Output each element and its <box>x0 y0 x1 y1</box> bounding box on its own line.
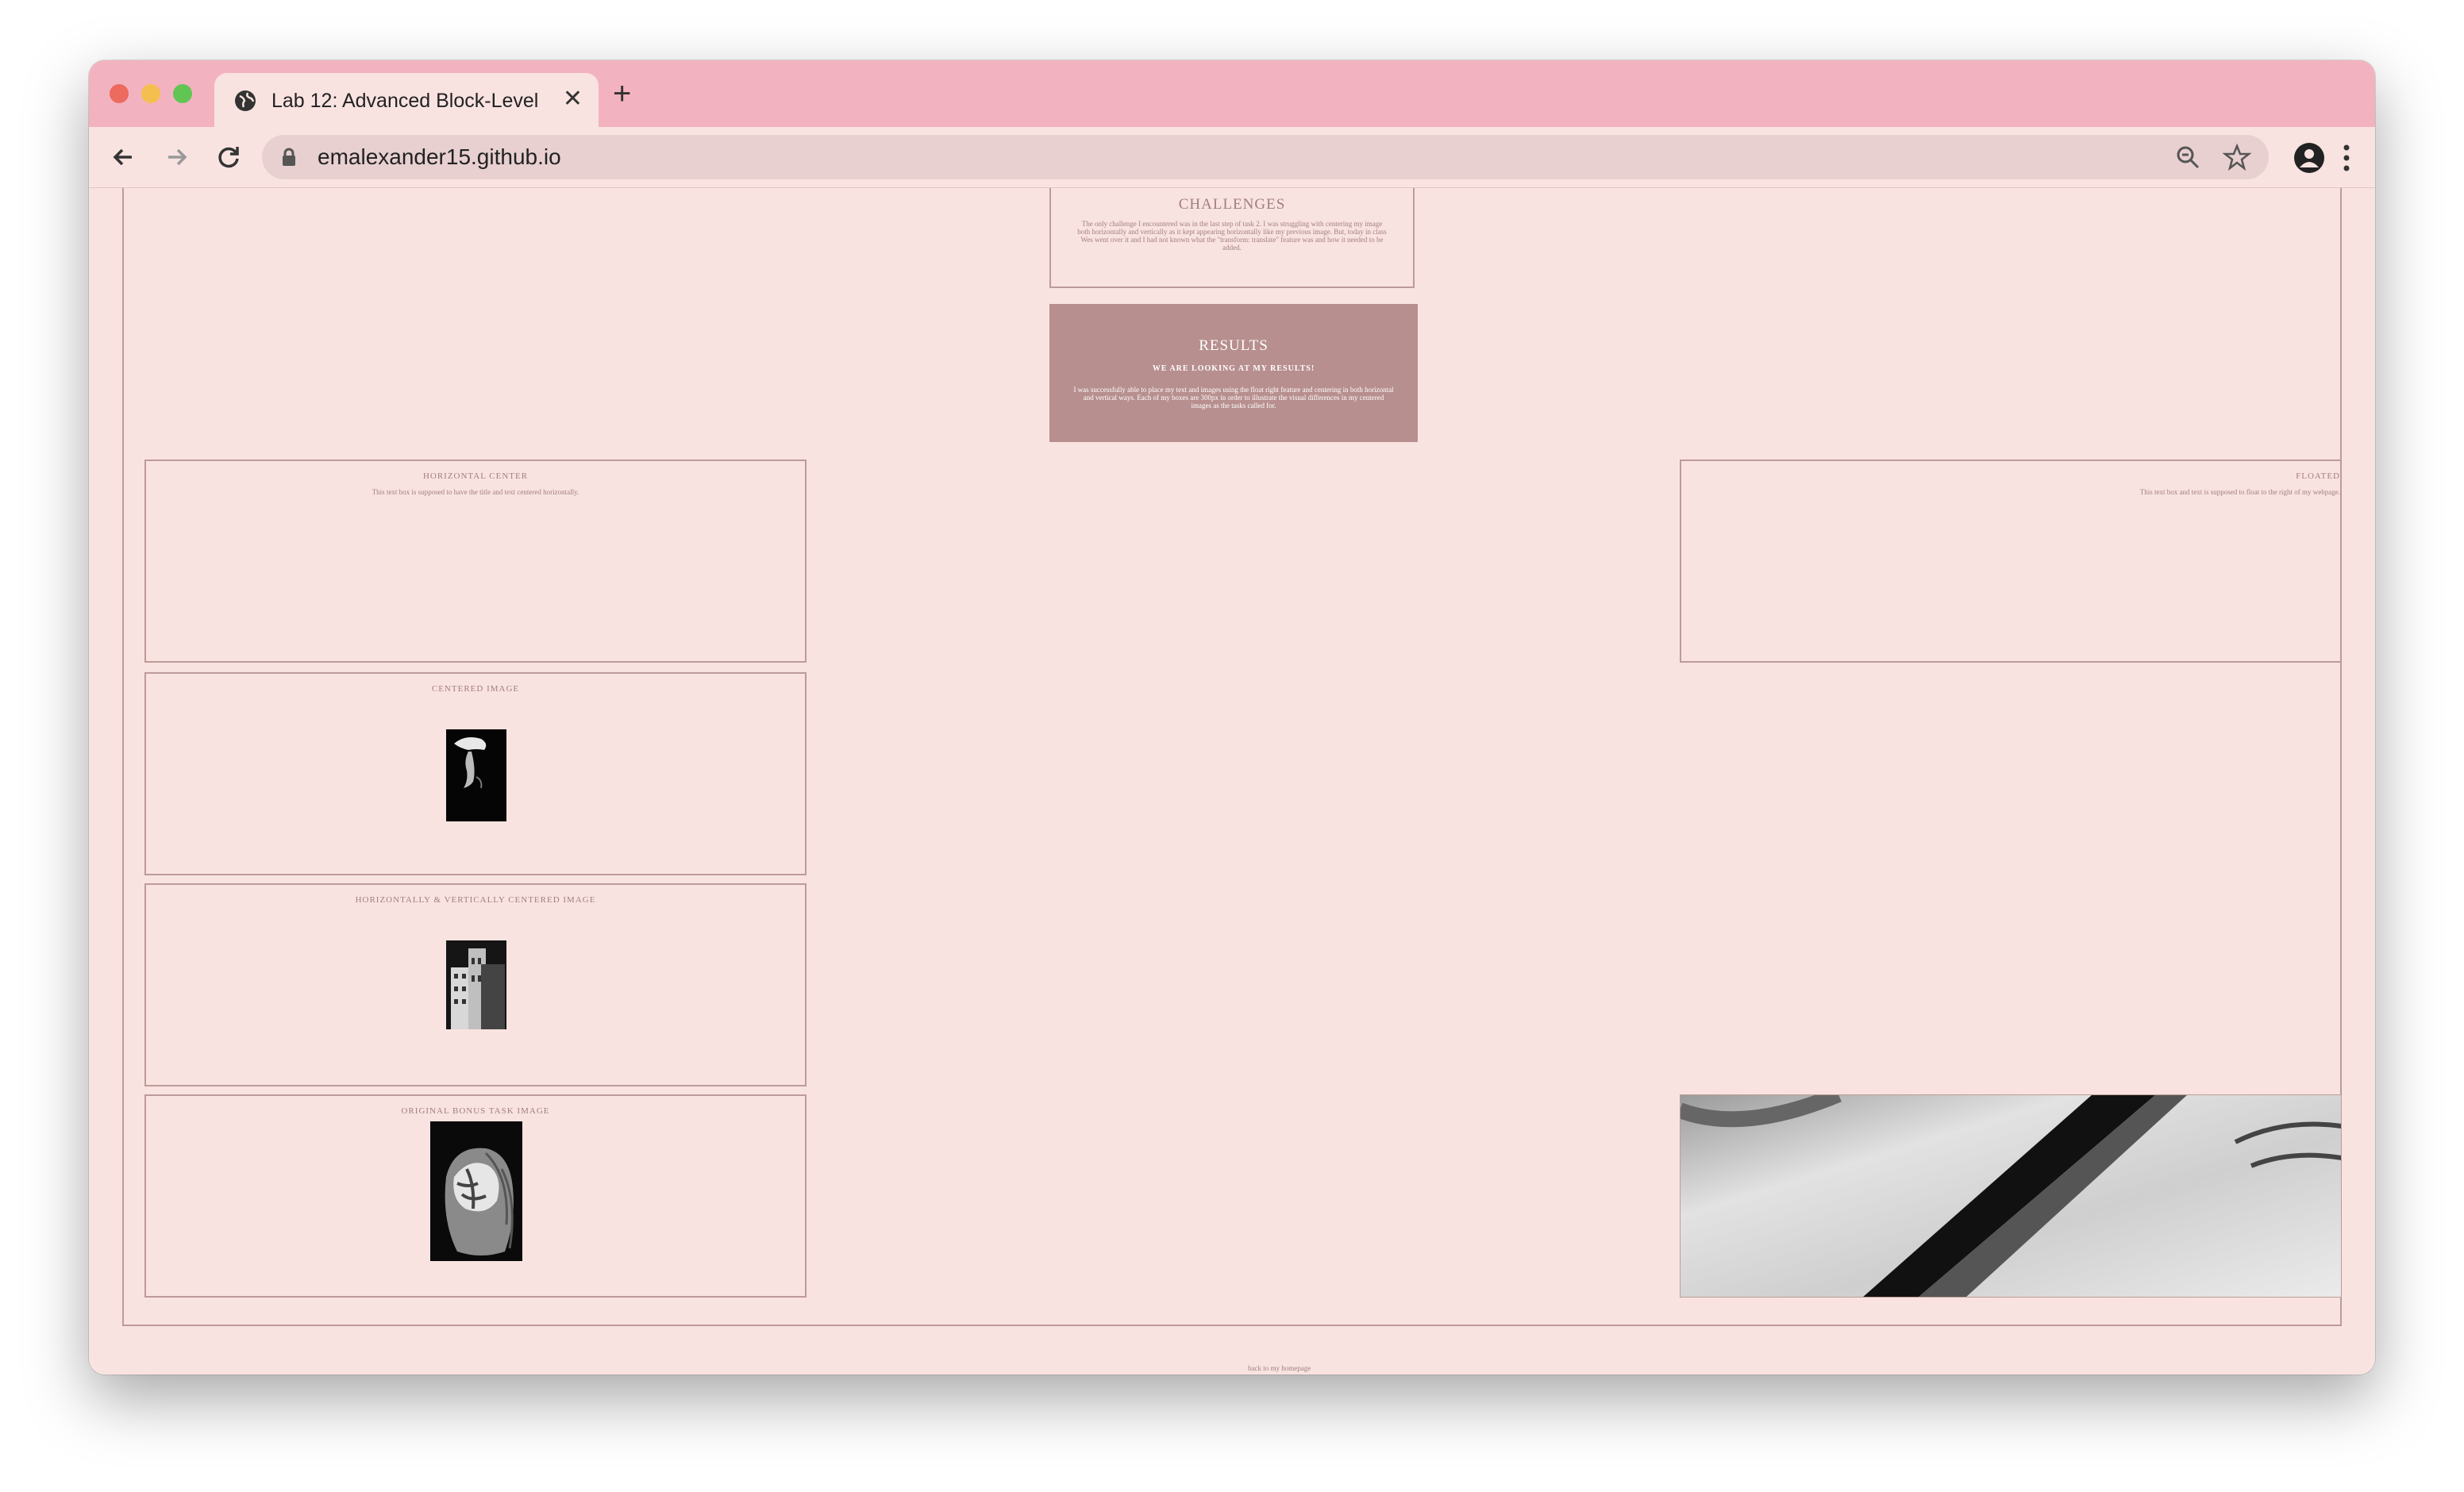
tab-title: Lab 12: Advanced Block-Level <box>271 90 539 112</box>
results-box: RESULTS WE ARE LOOKING AT MY RESULTS! I … <box>1049 304 1418 442</box>
building-image <box>446 940 506 1029</box>
browser-window: Lab 12: Advanced Block-Level ✕ + emalexa… <box>89 60 2375 1375</box>
browser-tab[interactable]: Lab 12: Advanced Block-Level ✕ <box>214 73 599 127</box>
more-menu-icon[interactable] <box>2339 141 2354 175</box>
lock-icon <box>283 148 295 166</box>
maximize-window-button[interactable] <box>173 84 192 103</box>
centered-image-title: CENTERED IMAGE <box>431 684 520 694</box>
url-text: emalexander15.github.io <box>318 144 561 169</box>
floated-text: This text box and text is supposed to fl… <box>2139 488 2340 496</box>
back-to-homepage-link[interactable]: back to my homepage <box>1248 1364 1311 1372</box>
close-window-button[interactable] <box>110 84 129 103</box>
minimize-window-button[interactable] <box>141 84 160 103</box>
horizontal-center-box: HORIZONTAL CENTER This text box is suppo… <box>144 460 807 663</box>
web-page: CHALLENGES The only challenge I encounte… <box>89 188 2375 1375</box>
challenges-text: The only challenge I encountered was in … <box>1077 220 1387 252</box>
profile-silhouette-image <box>446 729 506 821</box>
address-bar[interactable]: emalexander15.github.io <box>262 135 2269 179</box>
globe-icon <box>235 90 256 111</box>
reload-icon[interactable] <box>211 140 246 175</box>
profile-icon[interactable] <box>2293 141 2326 175</box>
horizontal-center-text: This text box is supposed to have the ti… <box>372 488 579 496</box>
wide-closeup-image <box>1680 1094 2342 1298</box>
browser-toolbar: emalexander15.github.io <box>89 127 2375 188</box>
forward-arrow-icon[interactable] <box>159 140 194 175</box>
challenges-box: CHALLENGES The only challenge I encounte… <box>1049 188 1415 288</box>
zoom-out-icon[interactable] <box>2175 144 2200 170</box>
results-title: RESULTS <box>1199 337 1269 354</box>
bonus-image-title: ORIGINAL BONUS TASK IMAGE <box>401 1106 550 1116</box>
bonus-portrait-image <box>430 1121 522 1261</box>
new-tab-button[interactable]: + <box>613 76 631 111</box>
tab-bar: Lab 12: Advanced Block-Level ✕ + <box>89 60 2375 127</box>
bookmark-star-icon[interactable] <box>2223 143 2251 171</box>
results-text: I was successfully able to place my text… <box>1073 386 1394 410</box>
floated-title: FLOATED <box>2296 471 2340 481</box>
floated-box: FLOATED This text box and text is suppos… <box>1680 460 2342 663</box>
challenges-title: CHALLENGES <box>1178 196 1286 213</box>
horizontal-center-title: HORIZONTAL CENTER <box>422 471 529 481</box>
close-tab-icon[interactable]: ✕ <box>563 86 583 113</box>
back-arrow-icon[interactable] <box>106 140 141 175</box>
results-subtitle: WE ARE LOOKING AT MY RESULTS! <box>1152 364 1315 373</box>
hv-centered-image-title: HORIZONTALLY & VERTICALLY CENTERED IMAGE <box>355 895 596 905</box>
